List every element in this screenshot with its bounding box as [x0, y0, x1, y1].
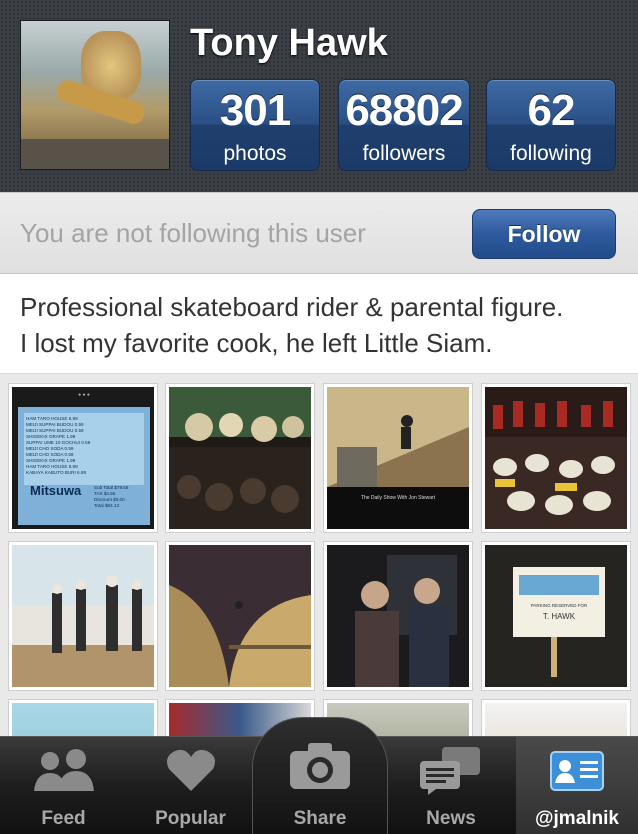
svg-text:● ● ●: ● ● ●	[78, 392, 90, 398]
tab-news-label: News	[426, 808, 476, 829]
receipt-brand: Mitsuwa	[30, 483, 82, 498]
tab-feed-label: Feed	[41, 808, 86, 829]
skaters-photo	[12, 545, 154, 687]
photo-thumb-row3-4[interactable]	[481, 699, 631, 736]
crowd-photo	[485, 387, 627, 529]
tab-bar: Feed Popular Share News @jmalnik	[0, 717, 638, 834]
bio-line-2: I lost my favorite cook, he left Little …	[20, 328, 493, 358]
photo-thumb-row3-1[interactable]	[8, 699, 158, 736]
photos-count: 301	[219, 86, 291, 135]
photo-thumb-portrait[interactable]	[323, 541, 473, 691]
tab-news[interactable]: News	[386, 737, 516, 834]
profile-header: Tony Hawk 301 photos 68802 followers 62 …	[0, 0, 638, 192]
receipt-line: SHIGEKIX GRAPE 1.99	[26, 434, 76, 439]
photos-count-button[interactable]: 301 photos	[190, 79, 320, 171]
following-count-button[interactable]: 62 following	[486, 79, 616, 171]
photos-label: photos	[223, 142, 287, 165]
tv-caption: The Daily Show With Jon Stewart	[361, 495, 436, 501]
photo-thumb-halfpipe[interactable]	[165, 541, 315, 691]
photo-image	[485, 703, 627, 736]
parking-sign-photo: PARKING RESERVED FOR T. HAWK	[485, 545, 627, 687]
profile-card-icon	[550, 751, 604, 791]
tab-profile[interactable]: @jmalnik	[516, 737, 638, 834]
tab-profile-label: @jmalnik	[535, 808, 619, 829]
profile-bio: Professional skateboard rider & parental…	[0, 274, 638, 374]
receipt-total-line: Discount $0.00	[94, 497, 125, 502]
tab-share[interactable]: Share	[252, 717, 388, 834]
photo-thumb-skaters[interactable]	[8, 541, 158, 691]
photo-thumb-tv[interactable]: The Daily Show With Jon Stewart	[323, 383, 473, 533]
bio-line-1: Professional skateboard rider & parental…	[20, 292, 564, 322]
tab-feed[interactable]: Feed	[0, 737, 127, 834]
parking-sign-name: T. HAWK	[543, 612, 576, 621]
photo-thumb-crowd[interactable]	[481, 383, 631, 533]
receipt-total-line: Total $84.13	[94, 503, 119, 508]
halfpipe-photo	[169, 545, 311, 687]
followers-label: followers	[362, 142, 446, 165]
tab-popular[interactable]: Popular	[127, 737, 254, 834]
receipt-total-line: Sub Total $79.56	[94, 485, 129, 490]
tab-popular-label: Popular	[155, 808, 226, 829]
followers-count-button[interactable]: 68802 followers	[338, 79, 470, 171]
heart-icon	[167, 749, 215, 791]
receipt-line: MEIJI SUPPAI BUDOU 0.59	[26, 428, 84, 433]
receipt-line: HAM TARO HOUSE 6.99	[26, 416, 78, 421]
receipt-header: ● ● ●	[78, 392, 90, 398]
receipt-line: SUPPAI UME 10 GOCHUI 0.59	[26, 440, 91, 445]
portrait-photo	[327, 545, 469, 687]
camera-icon	[290, 743, 350, 789]
tv-studio-photo: The Daily Show With Jon Stewart	[327, 387, 469, 529]
following-count: 62	[527, 86, 576, 135]
tab-share-label: Share	[293, 808, 347, 829]
receipt-photo: ● ● ● HAM TARO HOUSE 6.99 MEIJI SUPPAI B…	[12, 387, 154, 529]
photo-thumb-parking[interactable]: PARKING RESERVED FOR T. HAWK	[481, 541, 631, 691]
avatar-ground	[21, 139, 169, 169]
receipt-line: KABAYA KABUTO BURI 6.99	[26, 470, 86, 475]
follow-button[interactable]: Follow	[472, 209, 616, 259]
photo-thumb-stage[interactable]	[165, 383, 315, 533]
followers-count: 68802	[345, 86, 463, 135]
chat-bubbles-icon	[420, 747, 480, 795]
receipt-line: SHIGEKIX GRAPE 1.99	[26, 458, 76, 463]
receipt-line: HAM TARO HOUSE 6.99	[26, 464, 78, 469]
receipt-line: MEIJI CHO SODA 0.59	[26, 446, 74, 451]
parking-sign-line: PARKING RESERVED FOR	[531, 603, 588, 608]
receipt-line: MEIJI SUPPAI BUDOU 0.59	[26, 422, 84, 427]
follow-bar: You are not following this user Follow	[0, 192, 638, 274]
photo-grid: ● ● ● HAM TARO HOUSE 6.99 MEIJI SUPPAI B…	[0, 374, 638, 736]
following-label: following	[510, 142, 592, 165]
photo-image	[12, 703, 154, 736]
photo-thumb-receipt[interactable]: ● ● ● HAM TARO HOUSE 6.99 MEIJI SUPPAI B…	[8, 383, 158, 533]
stage-photo	[169, 387, 311, 529]
receipt-total-line: TAX $4.56	[94, 491, 116, 496]
follow-status-text: You are not following this user	[20, 218, 366, 248]
profile-avatar[interactable]	[20, 20, 170, 170]
profile-name: Tony Hawk	[190, 22, 388, 64]
people-icon	[34, 749, 94, 791]
receipt-line: MEIJI CHO SODA 0.59	[26, 452, 74, 457]
